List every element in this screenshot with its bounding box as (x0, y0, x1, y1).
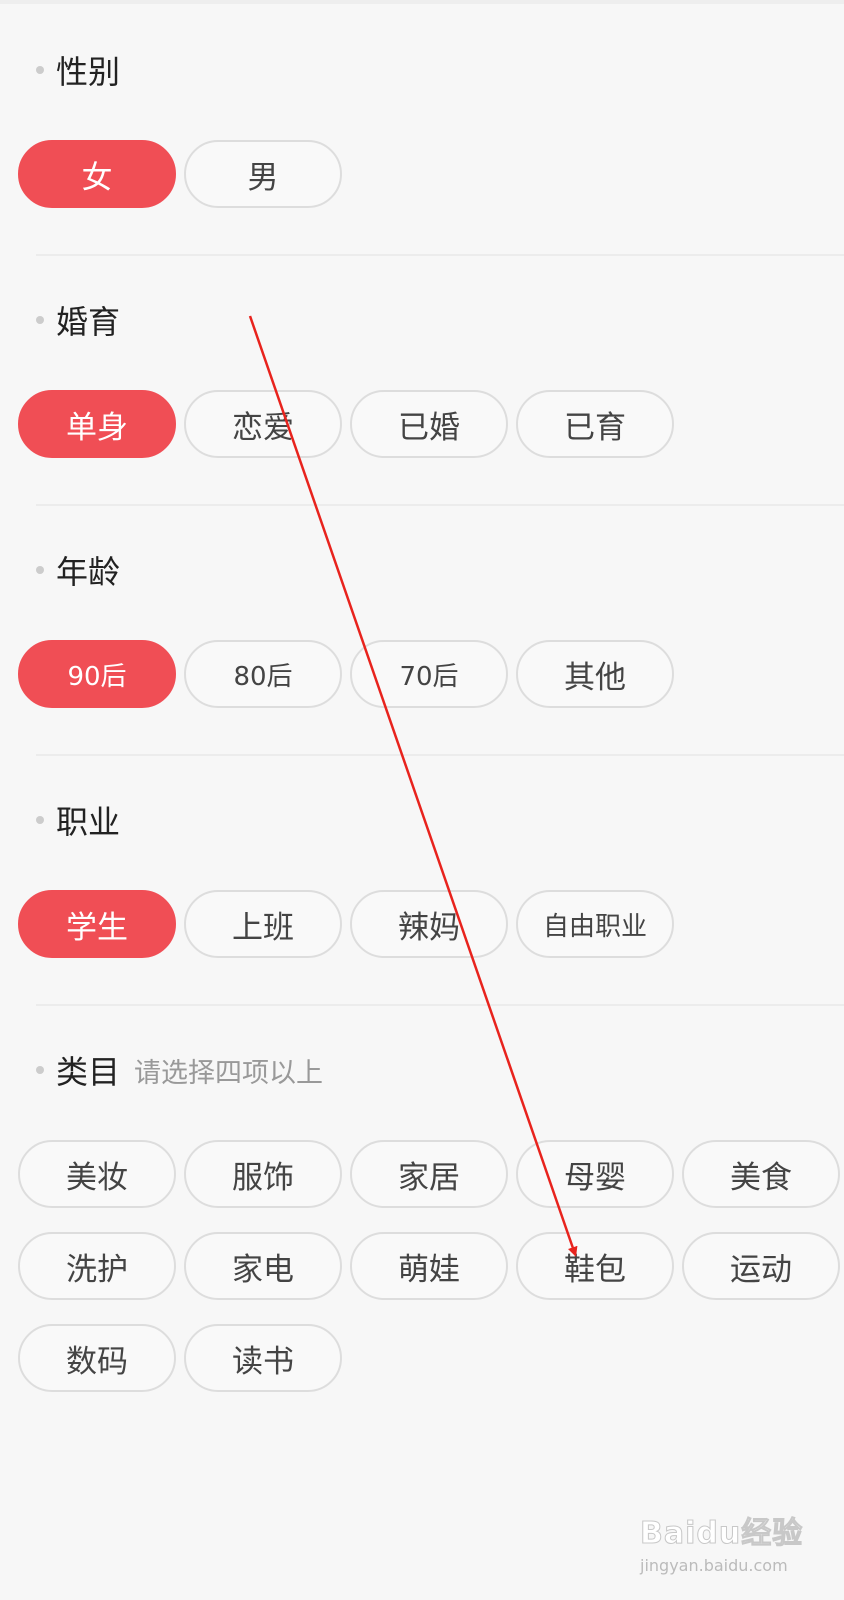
category-option-personal-care[interactable]: 洗护 (18, 1232, 176, 1300)
baidu-watermark: Baidu经验 jingyan.baidu.com (639, 1504, 820, 1584)
category-hint: 请选择四项以上 (134, 1057, 324, 1089)
marital-option-dating[interactable]: 恋爱 (184, 390, 342, 458)
category-option-clothing[interactable]: 服饰 (184, 1140, 342, 1208)
category-option-appliances[interactable]: 家电 (184, 1232, 342, 1300)
occupation-option-student[interactable]: 学生 (18, 890, 176, 958)
section-title-gender: 性别 (56, 53, 121, 91)
gender-option-female[interactable]: 女 (18, 140, 176, 208)
section-divider (36, 254, 844, 256)
bullet-dot (36, 316, 44, 324)
profile-preferences-page: 性别 女 男 婚育 单身 恋爱 已婚 已育 年龄 90后 80后 70后 其他 … (0, 0, 844, 1600)
section-gender: 性别 女 男 (0, 40, 844, 260)
occupation-option-hot-mom[interactable]: 辣妈 (350, 890, 508, 958)
bullet-dot (36, 566, 44, 574)
marital-option-single[interactable]: 单身 (18, 390, 176, 458)
category-option-reading[interactable]: 读书 (184, 1324, 342, 1392)
category-option-home[interactable]: 家居 (350, 1140, 508, 1208)
section-age-header: 年龄 (36, 540, 120, 600)
marital-option-parent[interactable]: 已育 (516, 390, 674, 458)
section-category-header: 类目 请选择四项以上 (36, 1040, 323, 1100)
section-title-age: 年龄 (56, 553, 121, 591)
section-age: 年龄 90后 80后 70后 其他 (0, 540, 844, 760)
bullet-dot (36, 1066, 44, 1074)
age-option-other[interactable]: 其他 (516, 640, 674, 708)
age-option-70s[interactable]: 70后 (350, 640, 508, 708)
section-marital: 婚育 单身 恋爱 已婚 已育 (0, 290, 844, 510)
marital-option-married[interactable]: 已婚 (350, 390, 508, 458)
bullet-dot (36, 816, 44, 824)
category-option-sports[interactable]: 运动 (682, 1232, 840, 1300)
occupation-option-office[interactable]: 上班 (184, 890, 342, 958)
age-option-90s[interactable]: 90后 (18, 640, 176, 708)
watermark-brand: Baidu经验 (639, 1516, 804, 1552)
section-title-marital: 婚育 (56, 303, 121, 341)
gender-option-male[interactable]: 男 (184, 140, 342, 208)
category-option-food[interactable]: 美食 (682, 1140, 840, 1208)
category-option-kids[interactable]: 萌娃 (350, 1232, 508, 1300)
section-title-occupation: 职业 (56, 803, 121, 841)
watermark-url: jingyan.baidu.com (640, 1556, 788, 1575)
age-option-80s[interactable]: 80后 (184, 640, 342, 708)
section-marital-header: 婚育 (36, 290, 120, 350)
category-option-shoes-bags[interactable]: 鞋包 (516, 1232, 674, 1300)
occupation-option-freelance[interactable]: 自由职业 (516, 890, 674, 958)
section-occupation: 职业 学生 上班 辣妈 自由职业 (0, 790, 844, 1010)
section-divider (36, 754, 844, 756)
section-divider (36, 1004, 844, 1006)
category-option-maternity[interactable]: 母婴 (516, 1140, 674, 1208)
section-category: 类目 请选择四项以上 美妆 服饰 家居 母婴 美食 洗护 家电 萌娃 鞋包 运动… (0, 1040, 844, 1460)
section-gender-header: 性别 (36, 40, 120, 100)
category-option-digital[interactable]: 数码 (18, 1324, 176, 1392)
bullet-dot (36, 66, 44, 74)
category-option-makeup[interactable]: 美妆 (18, 1140, 176, 1208)
section-title-category: 类目 (56, 1053, 121, 1091)
section-divider (36, 504, 844, 506)
section-occupation-header: 职业 (36, 790, 120, 850)
